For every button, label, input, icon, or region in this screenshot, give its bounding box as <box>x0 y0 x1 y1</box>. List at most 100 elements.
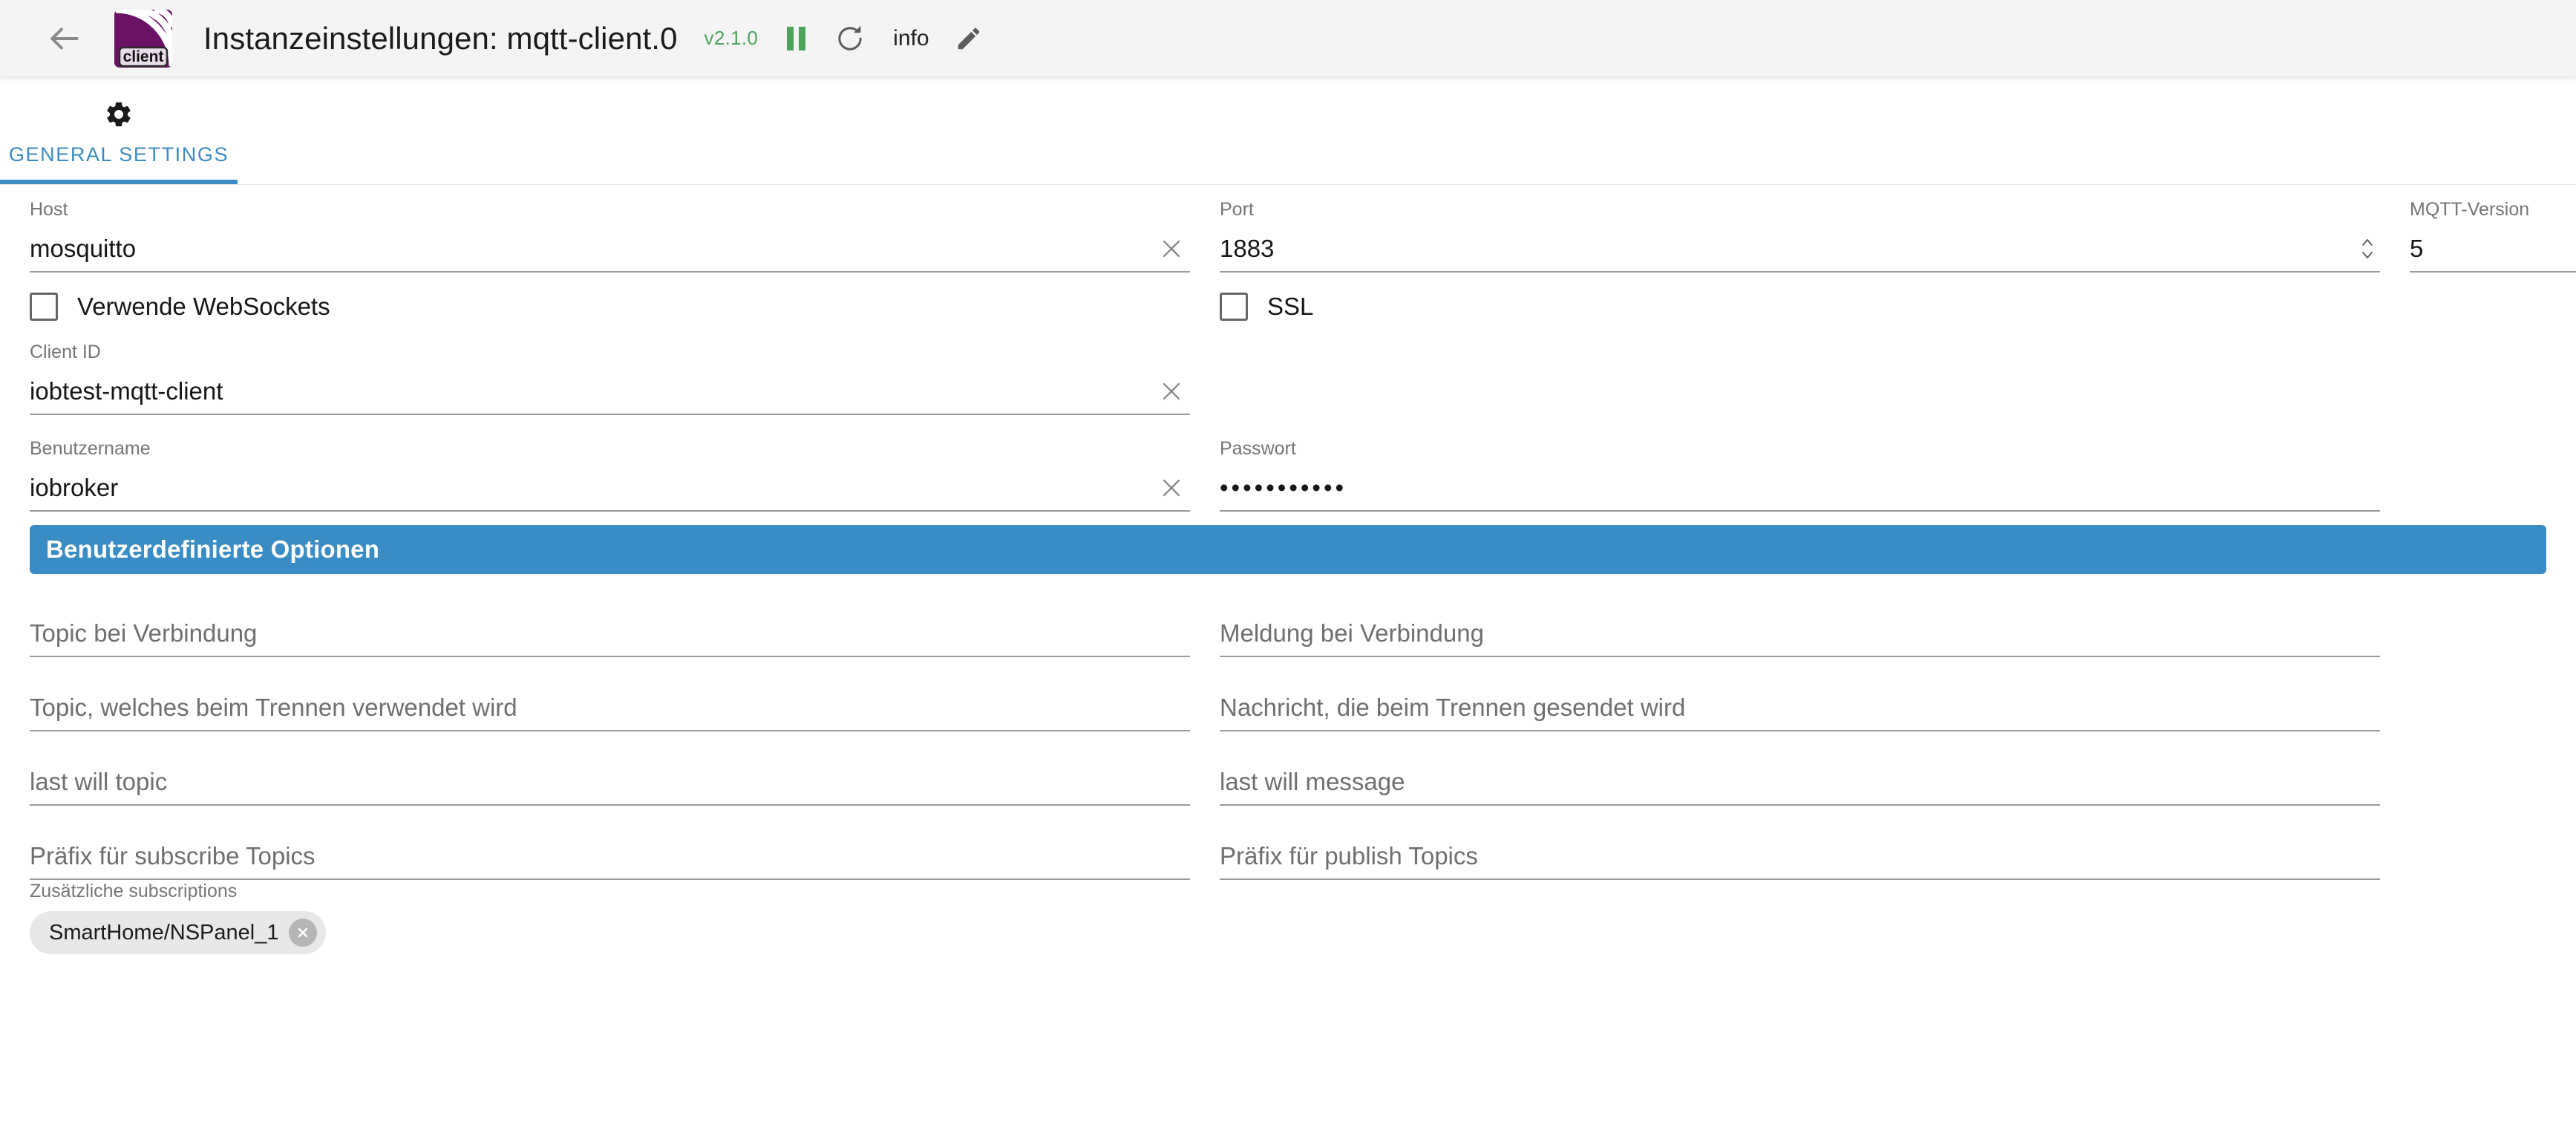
tab-general-settings[interactable]: GENERAL SETTINGS <box>0 77 238 184</box>
field-line-subscribe-prefix[interactable]: Präfix für subscribe Topics <box>30 834 1190 880</box>
row-custom-2: Topic, welches beim Trennen verwendet wi… <box>30 657 2546 731</box>
password-input[interactable]: ••••••••••• <box>1220 473 2380 503</box>
topic-on-disconnect-input[interactable]: Topic, welches beim Trennen verwendet wi… <box>30 693 1190 723</box>
checkbox-use-websockets[interactable]: Verwende WebSockets <box>30 293 330 321</box>
message-on-disconnect-input[interactable]: Nachricht, die beim Trennen gesendet wir… <box>1220 693 2380 723</box>
field-line-topic-on-connect[interactable]: Topic bei Verbindung <box>30 611 1190 657</box>
field-last-will-message: last will message <box>1220 731 2380 806</box>
last-will-message-input[interactable]: last will message <box>1220 767 2380 797</box>
row-custom-3: last will topic last will message <box>30 731 2546 806</box>
field-port: Port 1883 <box>1220 198 2380 273</box>
close-icon <box>1159 475 1184 500</box>
field-mqtt-version: MQTT-Version 5 <box>2410 198 2576 273</box>
field-client-id: Client ID iobtest-mqtt-client <box>30 341 1190 415</box>
tab-label-general-settings: GENERAL SETTINGS <box>9 143 229 166</box>
client-id-clear-button[interactable] <box>1154 374 1189 408</box>
chip-close-icon <box>294 924 312 942</box>
field-line-username[interactable]: iobroker <box>30 466 1190 512</box>
chip-label: SmartHome/NSPanel_1 <box>49 921 278 945</box>
row-client-id-spacer <box>1220 341 2380 415</box>
field-label-username: Benutzername <box>30 437 151 460</box>
message-on-connect-input[interactable]: Meldung bei Verbindung <box>1220 619 2380 648</box>
port-stepper[interactable] <box>2358 232 2377 266</box>
info-button[interactable]: info <box>893 26 929 51</box>
refresh-button[interactable] <box>835 24 865 53</box>
row-checkboxes: Verwende WebSockets SSL <box>30 273 2546 341</box>
page-title: Instanzeinstellungen: mqtt-client.0 <box>203 21 678 56</box>
host-input[interactable]: mosquitto <box>30 234 1154 264</box>
field-message-on-connect: Meldung bei Verbindung <box>1220 583 2380 657</box>
host-clear-button[interactable] <box>1154 232 1189 266</box>
publish-prefix-input[interactable]: Präfix für publish Topics <box>1220 841 2380 871</box>
checkbox-cell-websockets: Verwende WebSockets <box>30 273 1190 341</box>
topic-on-connect-input[interactable]: Topic bei Verbindung <box>30 619 1190 648</box>
arrow-left-icon <box>46 20 83 57</box>
checkbox-box-icon <box>30 293 58 321</box>
row-credentials: Benutzername iobroker Passwort <box>30 437 2546 512</box>
field-last-will-topic: last will topic <box>30 731 1190 806</box>
mqtt-version-input[interactable]: 5 <box>2410 234 2576 264</box>
field-line-last-will-topic[interactable]: last will topic <box>30 760 1190 806</box>
field-label-mqtt-version: MQTT-Version <box>2410 198 2529 221</box>
field-line-publish-prefix[interactable]: Präfix für publish Topics <box>1220 834 2380 880</box>
field-line-message-on-disconnect[interactable]: Nachricht, die beim Trennen gesendet wir… <box>1220 685 2380 731</box>
field-line-password[interactable]: ••••••••••• <box>1220 466 2380 512</box>
field-label-port: Port <box>1220 198 1254 221</box>
instance-settings-page: client Instanzeinstellungen: mqtt-client… <box>0 0 2576 1148</box>
field-label-additional-subscriptions: Zusätzliche subscriptions <box>30 880 237 902</box>
chip-delete-button[interactable] <box>289 919 317 947</box>
field-topic-on-connect: Topic bei Verbindung <box>30 583 1190 657</box>
checkbox-label-use-websockets: Verwende WebSockets <box>77 293 330 321</box>
chip-list: SmartHome/NSPanel_1 <box>30 908 1190 957</box>
field-line-last-will-message[interactable]: last will message <box>1220 760 2380 806</box>
gear-icon <box>104 100 134 133</box>
close-icon <box>1159 379 1184 404</box>
row-custom-1: Topic bei Verbindung Meldung bei Verbind… <box>30 583 2546 657</box>
pause-icon <box>783 24 810 53</box>
checkbox-ssl[interactable]: SSL <box>1220 293 1313 321</box>
field-host: Host mosquitto <box>30 198 1190 273</box>
row-connection: Host mosquitto Port 1883 <box>30 198 2546 273</box>
subscribe-prefix-input[interactable]: Präfix für subscribe Topics <box>30 841 1190 871</box>
svg-text:client: client <box>123 48 164 65</box>
checkbox-cell-ssl: SSL <box>1220 273 2380 341</box>
row-subscriptions-spacer <box>1220 880 2380 957</box>
row-custom-4: Präfix für subscribe Topics Präfix für p… <box>30 806 2546 880</box>
spinner-up-down-icon <box>2359 234 2376 264</box>
field-line-client-id[interactable]: iobtest-mqtt-client <box>30 369 1190 415</box>
port-input[interactable]: 1883 <box>1220 234 2358 264</box>
field-label-host: Host <box>30 198 68 221</box>
edit-button[interactable] <box>955 25 983 53</box>
field-line-message-on-connect[interactable]: Meldung bei Verbindung <box>1220 611 2380 657</box>
tab-active-indicator <box>0 180 238 184</box>
field-subscribe-prefix: Präfix für subscribe Topics <box>30 806 1190 880</box>
field-line-mqtt-version[interactable]: 5 <box>2410 226 2576 273</box>
username-clear-button[interactable] <box>1154 471 1189 505</box>
field-username: Benutzername iobroker <box>30 437 1190 512</box>
tab-bar: GENERAL SETTINGS <box>0 77 2576 185</box>
field-topic-on-disconnect: Topic, welches beim Trennen verwendet wi… <box>30 657 1190 731</box>
field-additional-subscriptions: Zusätzliche subscriptions SmartHome/NSPa… <box>30 880 1190 957</box>
client-id-input[interactable]: iobtest-mqtt-client <box>30 376 1154 406</box>
row-subscriptions: Zusätzliche subscriptions SmartHome/NSPa… <box>30 880 2546 957</box>
pause-button[interactable] <box>783 24 810 53</box>
section-header-custom-options: Benutzerdefinierte Optionen <box>30 525 2546 574</box>
field-message-on-disconnect: Nachricht, die beim Trennen gesendet wir… <box>1220 657 2380 731</box>
last-will-topic-input[interactable]: last will topic <box>30 767 1190 797</box>
field-line-port[interactable]: 1883 <box>1220 226 2380 273</box>
field-line-topic-on-disconnect[interactable]: Topic, welches beim Trennen verwendet wi… <box>30 685 1190 731</box>
chip-subscription[interactable]: SmartHome/NSPanel_1 <box>30 911 326 954</box>
field-label-client-id: Client ID <box>30 341 101 363</box>
mqtt-client-adapter-logo: client <box>113 8 174 69</box>
settings-form: Host mosquitto Port 1883 <box>0 185 2576 957</box>
row-client-id: Client ID iobtest-mqtt-client <box>30 341 2546 415</box>
field-publish-prefix: Präfix für publish Topics <box>1220 806 2380 880</box>
checkbox-label-ssl: SSL <box>1267 293 1313 321</box>
field-password: Passwort ••••••••••• <box>1220 437 2380 512</box>
pencil-icon <box>955 25 983 53</box>
close-icon <box>1159 236 1184 261</box>
field-line-host[interactable]: mosquitto <box>30 226 1190 273</box>
back-button[interactable] <box>42 16 88 62</box>
refresh-icon <box>835 24 865 53</box>
username-input[interactable]: iobroker <box>30 473 1154 503</box>
